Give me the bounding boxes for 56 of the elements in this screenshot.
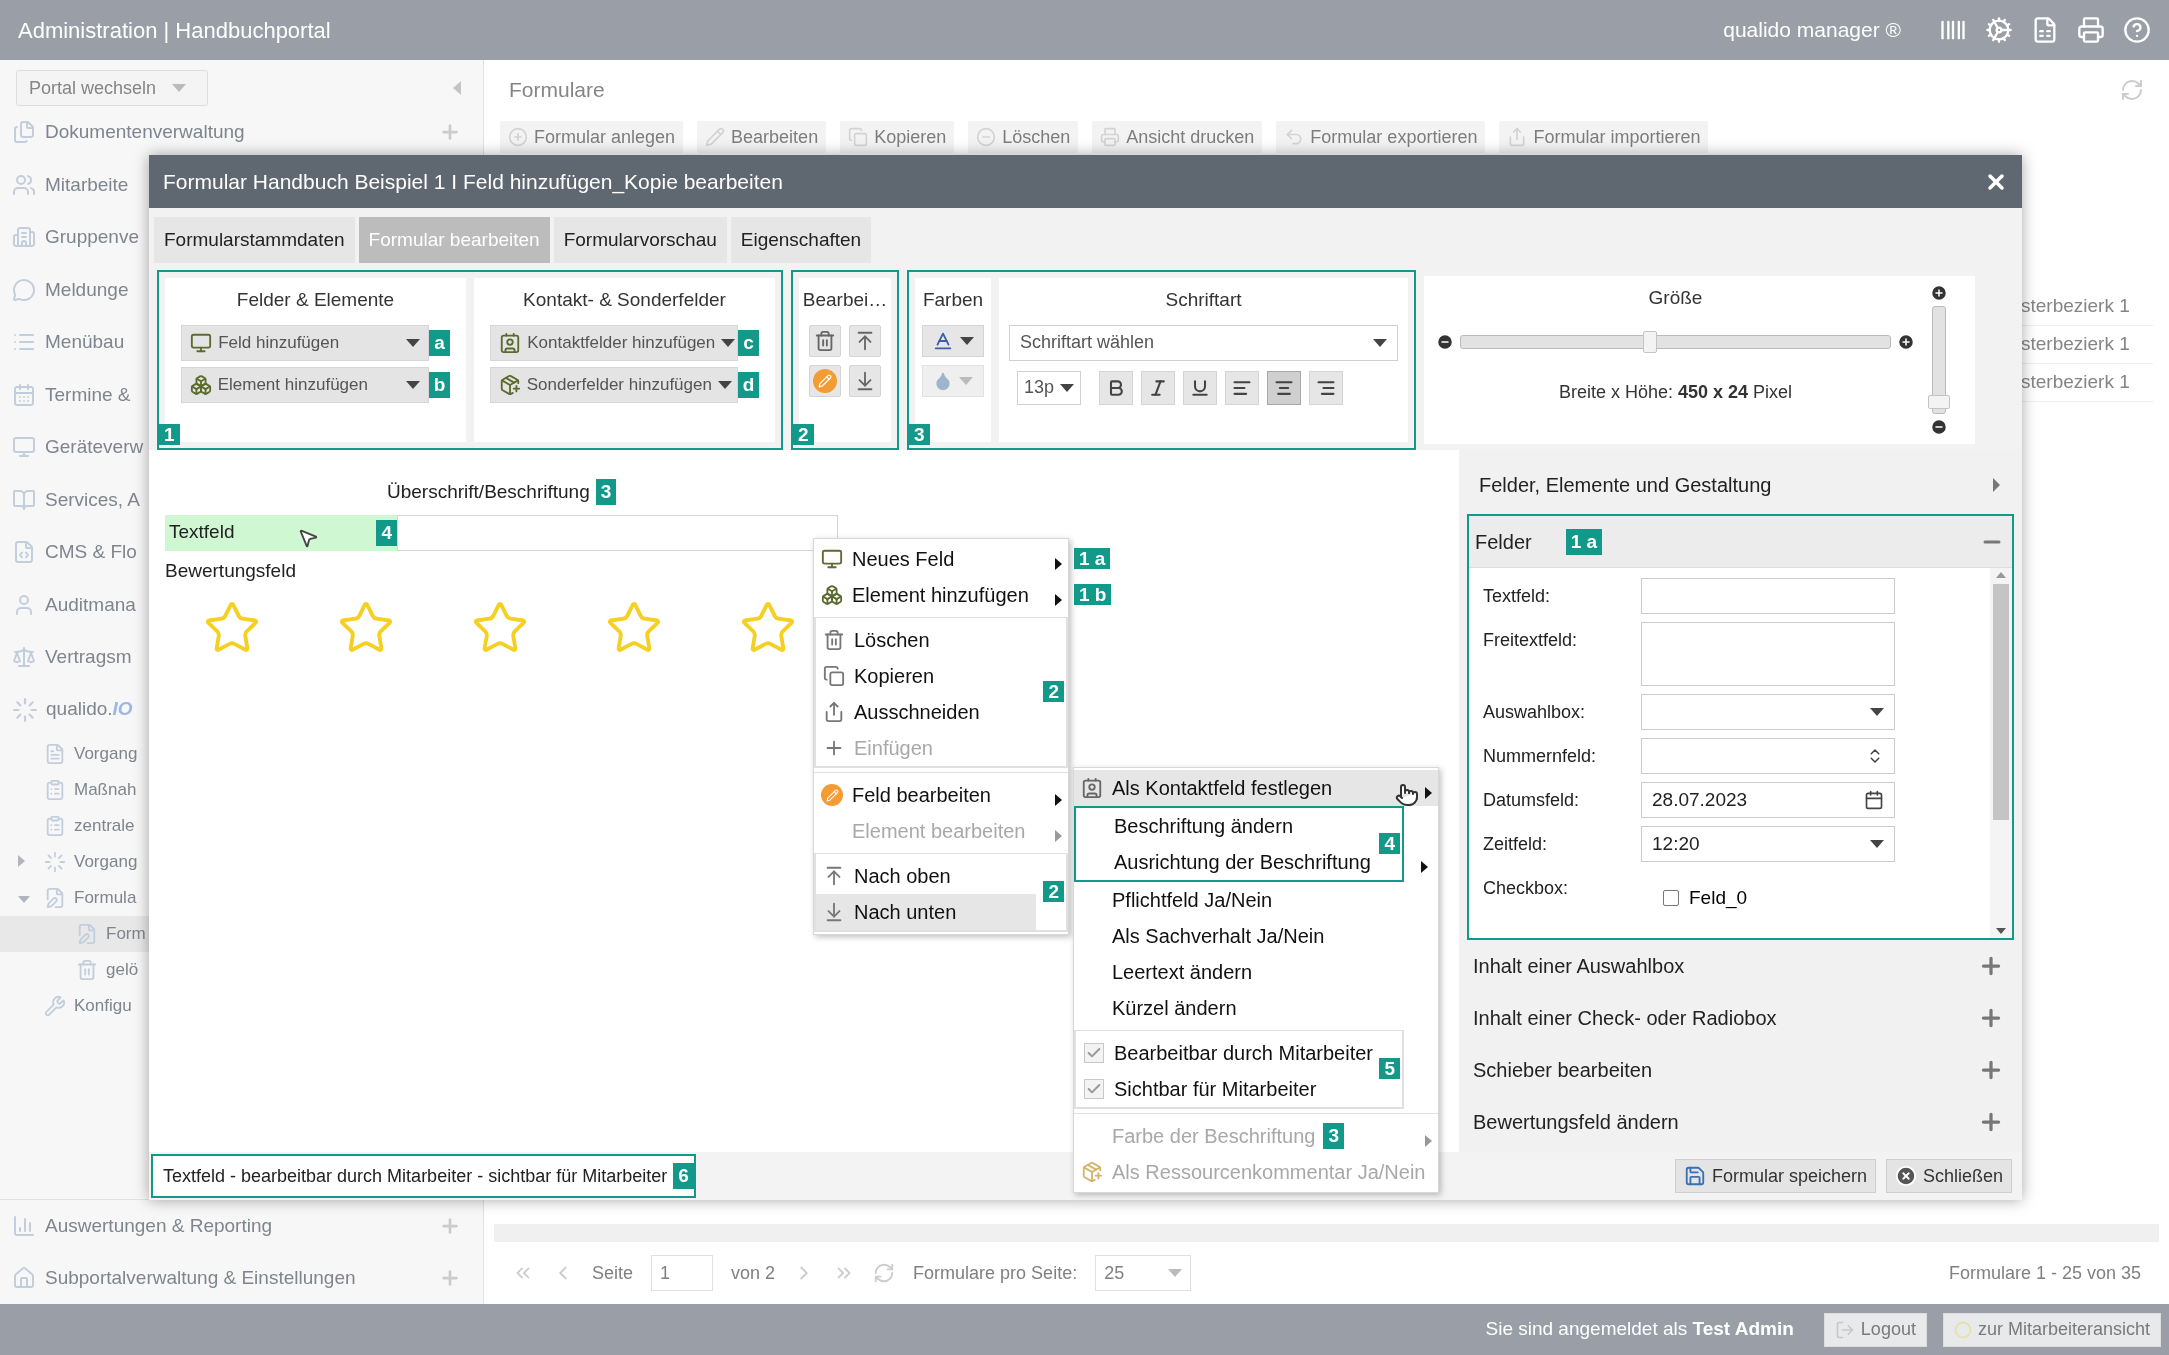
app-title: Administration | Handbuchportal [18,16,331,45]
annotation-badge: 4 [1379,833,1400,854]
field-label: Textfeld 4 [165,514,397,551]
field-label: Zeitfeld: [1483,833,1549,856]
tree-label: gelö [106,959,139,979]
record-summary: Formulare 1 - 25 von 35 [1948,1261,2141,1285]
annotation-badge: a [429,329,450,356]
panel-title: Kontakt- & Sonderfelder [523,288,726,312]
per-page-label: Formulare pro Seite: [913,1261,1078,1285]
status-text: Textfeld - bearbeitbar durch Mitarbeiter - sichtbar für Mitarbeiter [163,1164,668,1188]
annotation-badge: 2 [1043,681,1064,702]
form-heading: Überschrift/Beschriftung [387,480,590,504]
tree-label: Vorgang [74,851,138,871]
annotation-badge: 3 [595,479,617,506]
annotation-badge: 2 [793,424,814,445]
size-readout: Breite x Höhe: 450 x 24 Pixel [1558,380,1793,404]
checkbox-label: Feld_0 [1689,886,1748,911]
annotation-badge: 1 [159,424,180,445]
page-count: von 2 [731,1261,776,1285]
tree-label: Konfigu [74,995,132,1015]
page-title: Formulare [509,77,605,104]
product-name: qualido manager ® [1723,17,1901,44]
annotation-badge: d [737,371,760,398]
panel-title: Schriftart [1165,288,1242,312]
field-label: Checkbox: [1483,877,1570,900]
panel-title: Farben [922,288,984,312]
field-label: Datumsfeld: [1483,789,1581,812]
field-label: Textfeld: [1483,585,1552,608]
field-label: Auswahlbox: [1483,701,1587,724]
login-info: Sie sind angemeldet als Test Admin [1485,1317,1794,1342]
annotation-badge: 1 a [1565,528,1603,555]
tree-label: Form [106,923,146,943]
annotation-badge: 1 b [1074,584,1112,605]
brand-suffix: IO [112,698,133,720]
field-label: Bewertungsfeld [165,558,296,583]
tree-label: qualido. [46,698,113,720]
annotation-badge: 6 [673,1163,694,1189]
annotation-badge: 4 [376,519,397,546]
annotation-badge: 3 [909,424,930,445]
page-label: Seite [592,1261,634,1285]
annotation-badge: 5 [1379,1058,1400,1079]
annotation-badge: 3 [1323,1123,1344,1149]
tree-label: Vorgang [74,743,138,763]
panel-title: Größe [1648,286,1703,310]
panel-title: Bearbei… [802,288,888,312]
dialog-title: Formular Handbuch Beispiel 1 I Feld hinzufügen_Kopie bearbeiten [163,168,783,196]
annotation-badge: 1 a [1074,548,1111,569]
annotation-badge: b [428,371,451,398]
annotation-badge: 2 [1043,881,1064,902]
tree-label: Formula [74,887,137,907]
tree-label: Maßnah [74,779,137,799]
tree-label: zentrale [74,815,135,835]
annotation-badge: c [738,329,759,356]
field-label: Freitextfeld: [1483,629,1579,652]
field-label: Nummernfeld: [1483,745,1598,768]
panel-title: Felder & Elemente [236,288,395,312]
